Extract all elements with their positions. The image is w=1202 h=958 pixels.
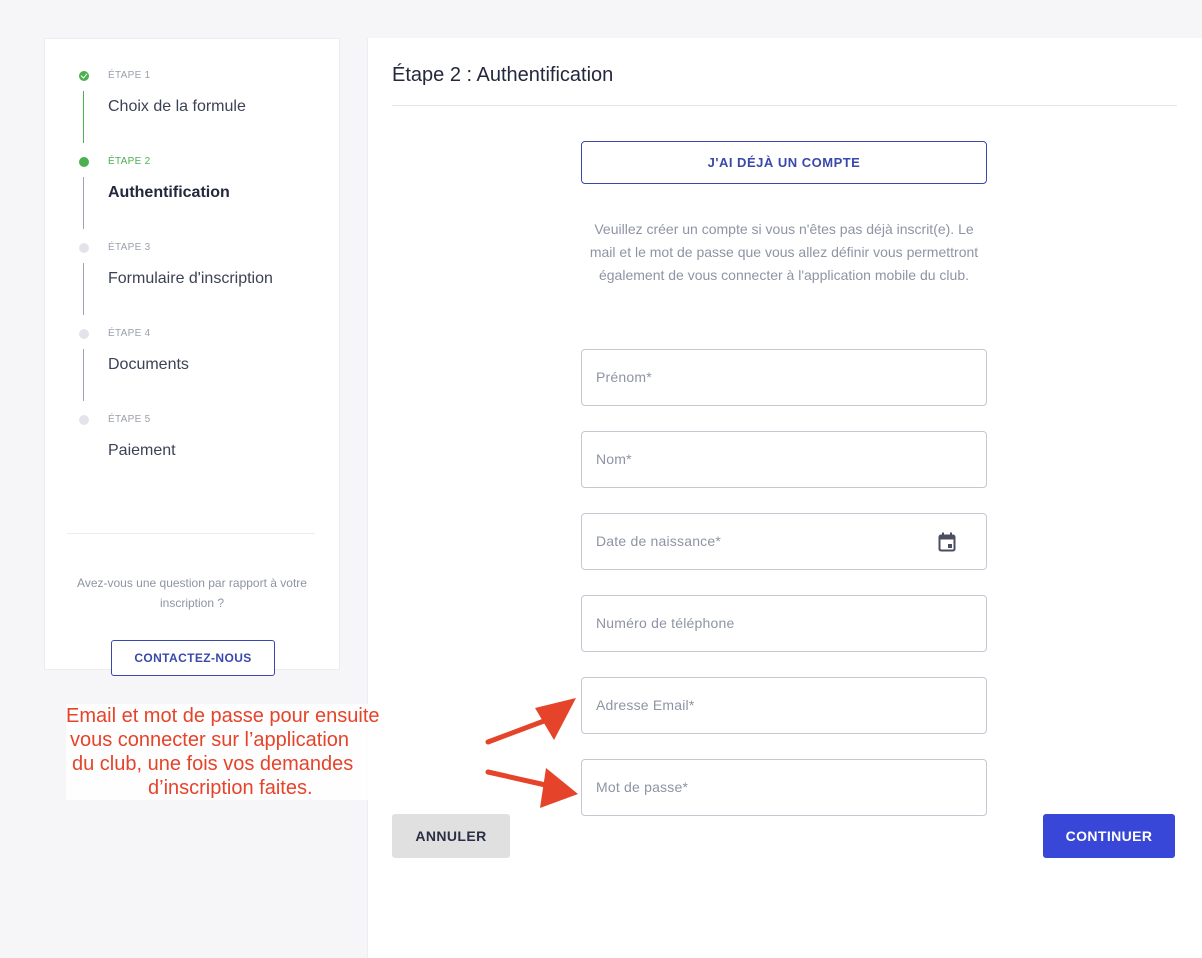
cancel-button[interactable]: ANNULER: [392, 814, 510, 858]
arrow-right-icon: [485, 768, 578, 808]
birth-date-field[interactable]: Date de naissance*: [581, 513, 987, 570]
step-kicker: ÉTAPE 4: [108, 328, 151, 339]
existing-account-button[interactable]: J'AI DÉJÀ UN COMPTE: [581, 141, 987, 184]
step-title: Paiement: [108, 442, 176, 459]
title-divider: [392, 105, 1177, 106]
annotation-line: vous connecter sur l’application: [70, 729, 350, 751]
pending-dot-icon: [79, 329, 89, 339]
calendar-icon[interactable]: [938, 532, 956, 552]
step-connector: [83, 263, 84, 315]
field-label: Nom*: [596, 451, 632, 467]
annotation-line: d’inscription faites.: [148, 777, 313, 799]
step-connector: [83, 349, 84, 401]
main-panel: Étape 2 : Authentification J'AI DÉJÀ UN …: [367, 38, 1202, 958]
email-field[interactable]: Adresse Email*: [581, 677, 987, 734]
step-kicker: ÉTAPE 5: [108, 414, 151, 425]
pending-dot-icon: [79, 243, 89, 253]
field-label: Adresse Email*: [596, 697, 695, 713]
step-title: Authentification: [108, 184, 230, 201]
field-label: Date de naissance*: [596, 533, 722, 549]
help-text: Avez-vous une question par rapport à vot…: [77, 576, 307, 610]
steps-sidebar: ÉTAPE 1 Choix de la formule ÉTAPE 2 Auth…: [44, 38, 340, 676]
annotation-line: Email et mot de passe pour ensuite: [66, 705, 380, 727]
page-title: Étape 2 : Authentification: [392, 64, 614, 86]
arrow-right-icon: [485, 698, 576, 745]
pending-dot-icon: [79, 415, 89, 425]
step-kicker: ÉTAPE 3: [108, 242, 151, 253]
last-name-field[interactable]: Nom*: [581, 431, 987, 488]
step-title: Choix de la formule: [108, 98, 246, 115]
annotation-line: du club, une fois vos demandes: [72, 753, 354, 775]
step-connector: [83, 91, 84, 143]
check-icon: [79, 71, 89, 81]
step-connector: [83, 177, 84, 229]
step-kicker: ÉTAPE 2: [108, 156, 151, 167]
info-text: Veuillez créer un compte si vous n'êtes …: [589, 221, 979, 283]
password-field[interactable]: Mot de passe*: [581, 759, 987, 816]
active-dot-icon: [79, 157, 89, 167]
field-label: Prénom*: [596, 369, 652, 385]
phone-field[interactable]: Numéro de téléphone: [581, 595, 987, 652]
continue-button[interactable]: CONTINUER: [1043, 814, 1175, 858]
annotation-note: Email et mot de passe pour ensuite vous …: [66, 704, 466, 800]
field-label: Numéro de téléphone: [596, 615, 735, 631]
annotation-arrows: [485, 698, 578, 808]
step-title: Documents: [108, 356, 189, 373]
step-kicker: ÉTAPE 1: [108, 70, 151, 81]
step-title: Formulaire d'inscription: [108, 270, 273, 287]
first-name-field[interactable]: Prénom*: [581, 349, 987, 406]
sidebar-divider: [67, 533, 315, 534]
contact-us-button[interactable]: CONTACTEZ-NOUS: [111, 640, 275, 676]
field-label: Mot de passe*: [596, 779, 689, 795]
